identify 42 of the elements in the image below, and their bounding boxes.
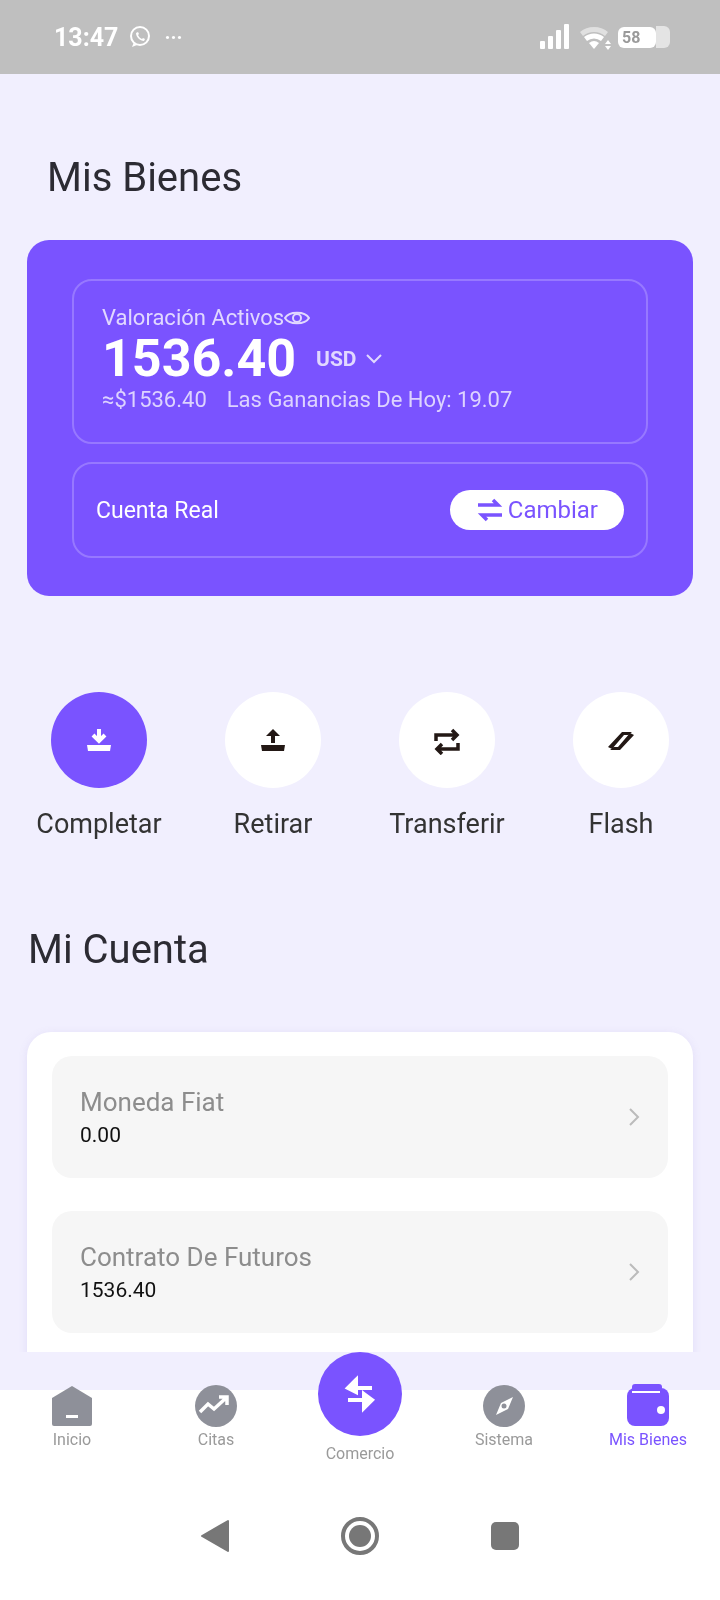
trade-tab[interactable]: Comercio [290,1352,430,1472]
chat-icon [128,25,153,49]
home-icon[interactable] [340,1516,380,1556]
valuation-label: Valoración Activos [102,305,285,330]
switch-button[interactable]: Cambiar [449,490,624,531]
more-icon: ··· [164,25,183,49]
page-title: Mis Bienes [46,153,244,190]
recents-icon[interactable] [490,1521,520,1551]
nav-tab[interactable]: Mis Bienes [578,1368,718,1472]
swap-icon [475,497,504,524]
signal-icon [540,24,572,50]
battery-icon [656,26,670,48]
nav-tab[interactable]: Inicio [2,1368,142,1472]
nav-tab[interactable]: Citas [146,1368,286,1472]
home-icon [50,1384,94,1428]
chevron-right-icon [628,1107,640,1128]
section-title: Mi Cuenta [28,930,210,971]
account-name: Contrato De Futuros [80,1242,313,1273]
account-name: Moneda Fiat [80,1087,226,1118]
wallet-icon [626,1384,670,1428]
trend-icon [194,1384,238,1428]
action-label: Retirar [233,808,313,841]
account-row[interactable]: Moneda Fiat 0.00 [52,1056,668,1179]
compass-icon [482,1384,526,1428]
account-type: Cuenta Real [96,496,219,524]
clock: 13:47 [54,22,119,52]
balance-amount: 1536.40 [102,330,297,388]
action-label: Completar [36,808,162,841]
currency-dropdown[interactable]: USD [316,346,383,371]
today-earnings: Las Ganancias De Hoy: 19.07 [226,387,513,413]
wifi-icon [578,24,612,50]
account-row[interactable]: Contrato De Futuros 1536.40 [52,1211,668,1334]
account-value: 1536.40 [80,1278,158,1303]
nav-tab[interactable]: Sistema [434,1368,574,1472]
chevron-right-icon [628,1262,640,1283]
approx-value: ≈$1536.40 [102,387,207,413]
action-label: Transferir [389,808,505,841]
back-icon[interactable] [200,1519,230,1553]
action-label: Flash [588,808,654,841]
battery-level: 58 [618,26,656,48]
chevron-down-icon [364,352,383,365]
account-value: 0.00 [80,1123,122,1148]
